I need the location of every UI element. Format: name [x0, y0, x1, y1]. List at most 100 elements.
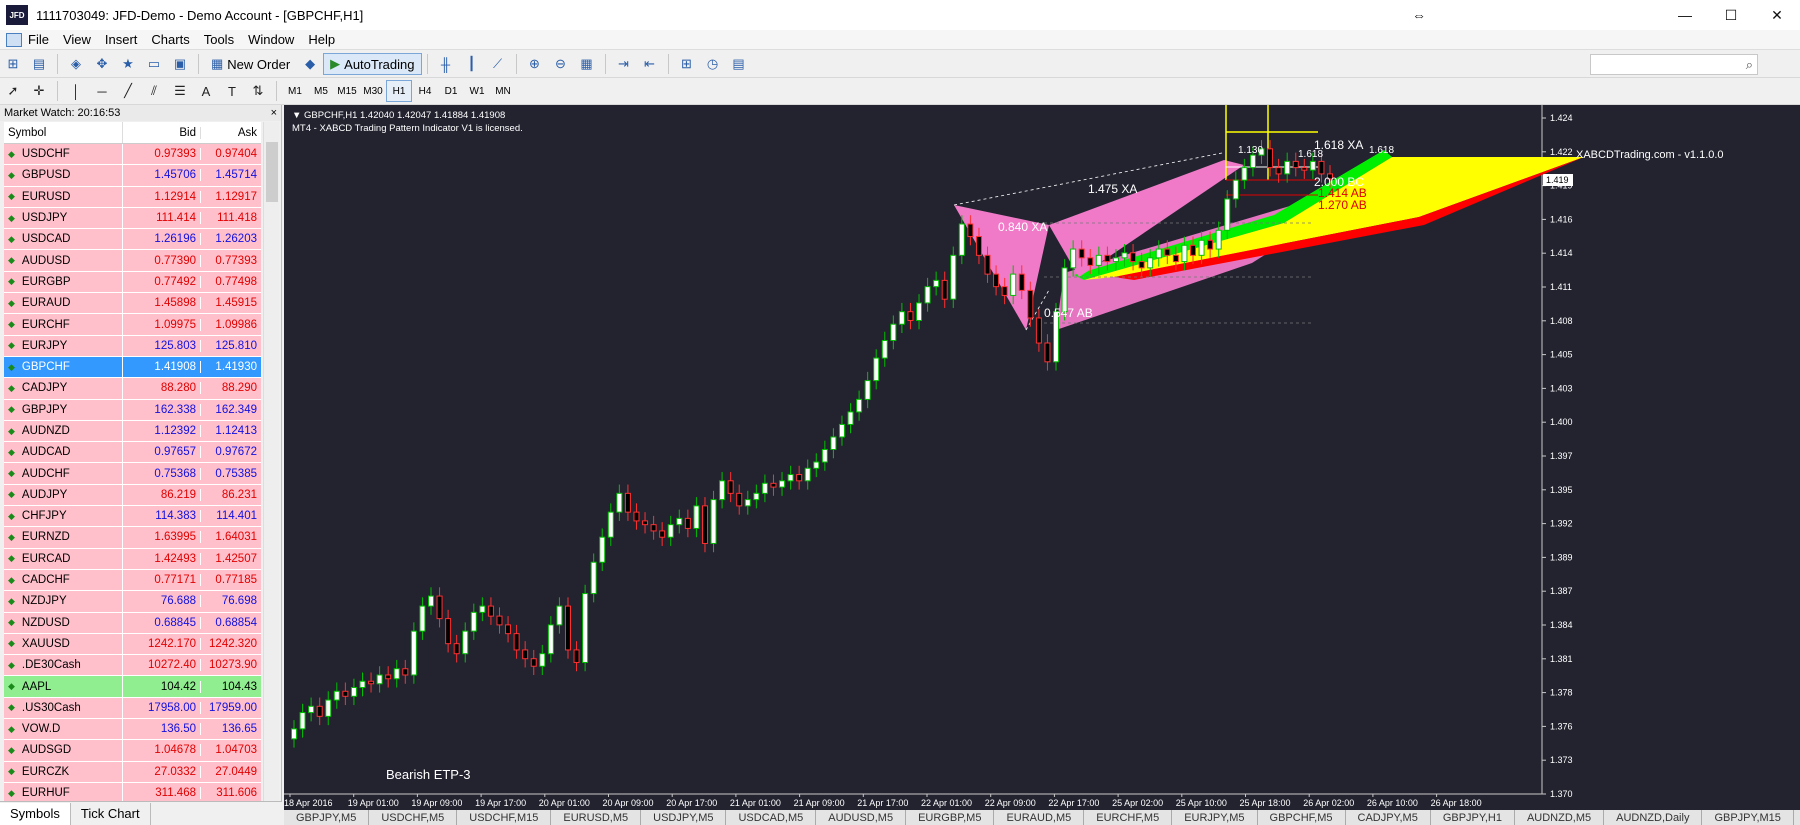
candle-body[interactable]	[1070, 248, 1077, 269]
candle-body[interactable]	[1130, 252, 1137, 263]
market-watch-close-icon[interactable]: ×	[271, 107, 277, 119]
candle-body[interactable]	[753, 492, 760, 501]
indicators-icon[interactable]: ⊞	[676, 53, 698, 75]
candle-body[interactable]	[496, 615, 503, 626]
candle-body[interactable]	[933, 279, 940, 288]
candle-body[interactable]	[1215, 229, 1222, 250]
chart-shift-icon[interactable]: ⇤	[639, 53, 661, 75]
header-symbol[interactable]: Symbol	[4, 122, 123, 143]
profiles-icon[interactable]: ▤	[28, 53, 50, 75]
candle-body[interactable]	[1198, 239, 1205, 256]
table-row[interactable]: ◆ GBPUSD 1.45706 1.45714	[4, 165, 261, 187]
candle-body[interactable]	[582, 593, 589, 663]
table-row[interactable]: ◆ XAUUSD 1242.170 1242.320	[4, 633, 261, 656]
candle-body[interactable]	[573, 649, 580, 663]
chart-window[interactable]: 1.424 1.422 1.419 1.416 1.414 1.411 1.408 1.405…	[284, 105, 1800, 810]
tf-mn[interactable]: MN	[490, 80, 516, 102]
tab-tick-chart[interactable]: Tick Chart	[71, 802, 151, 825]
chart-tab[interactable]: GBPJPY,H1	[1431, 810, 1515, 825]
candle-body[interactable]	[633, 511, 640, 522]
tf-w1[interactable]: W1	[464, 80, 490, 102]
candle-body[interactable]	[1292, 160, 1299, 169]
tf-h4[interactable]: H4	[412, 80, 438, 102]
candle-body[interactable]	[1087, 257, 1094, 266]
tf-m30[interactable]: M30	[360, 80, 386, 102]
chart-tab[interactable]: AUDUSD,M5	[816, 810, 907, 825]
table-row[interactable]: ◆ EURCZK 27.0332 27.0449	[4, 761, 261, 783]
candle-body[interactable]	[564, 605, 571, 651]
auto-scroll-icon[interactable]: ⇥	[613, 53, 635, 75]
minimize-button[interactable]: —	[1662, 0, 1708, 30]
tf-h1[interactable]: H1	[386, 80, 412, 102]
chart-tab[interactable]: USDCHF,M15	[457, 810, 552, 825]
candle-body[interactable]	[547, 624, 554, 655]
candle-body[interactable]	[1181, 244, 1188, 263]
candle-body[interactable]	[650, 524, 657, 532]
periods-icon[interactable]: ◷	[702, 53, 724, 75]
candle-body[interactable]	[1147, 257, 1154, 269]
templates-icon[interactable]: ▤	[728, 53, 750, 75]
candle-body[interactable]	[1001, 286, 1008, 296]
candle-body[interactable]	[830, 436, 837, 450]
candle-body[interactable]	[308, 705, 315, 714]
candle-body[interactable]	[479, 605, 486, 613]
candle-body[interactable]	[881, 340, 888, 359]
candle-body[interactable]	[659, 530, 666, 538]
header-ask[interactable]: Ask	[201, 127, 261, 139]
candle-body[interactable]	[941, 279, 948, 300]
new-chart-icon[interactable]: ⊞	[2, 53, 24, 75]
candle-body[interactable]	[1224, 198, 1231, 231]
candle-body[interactable]	[727, 480, 734, 494]
candle-body[interactable]	[445, 618, 452, 645]
table-row[interactable]: ◆ AUDUSD 0.77390 0.77393	[4, 250, 261, 272]
candle-body[interactable]	[1027, 289, 1034, 319]
candle-body[interactable]	[1121, 252, 1128, 259]
table-row[interactable]: ◆ AUDCAD 0.97657 0.97672	[4, 442, 261, 464]
trendline-icon[interactable]: ╱	[117, 80, 139, 102]
resize-icon[interactable]: ⇔	[1396, 0, 1442, 30]
candle-body[interactable]	[556, 605, 563, 626]
maximize-button[interactable]: ☐	[1708, 0, 1754, 30]
table-row[interactable]: ◆ CADJPY 88.280 88.290	[4, 378, 261, 400]
tf-m1[interactable]: M1	[282, 80, 308, 102]
menu-file[interactable]: File	[28, 32, 49, 47]
market-watch-icon[interactable]: ◈	[65, 53, 87, 75]
candle-body[interactable]	[1249, 154, 1256, 169]
table-row[interactable]: ◆ EURGBP 0.77492 0.77498	[4, 271, 261, 294]
candle-body[interactable]	[950, 254, 957, 300]
meta-editor-icon[interactable]: ◆	[299, 53, 321, 75]
table-row[interactable]: ◆ AUDJPY 86.219 86.231	[4, 484, 261, 507]
candle-body[interactable]	[350, 687, 357, 697]
tf-m15[interactable]: M15	[334, 80, 360, 102]
fibonacci-icon[interactable]: ☰	[169, 80, 191, 102]
table-row[interactable]: ◆ CHFJPY 114.383 114.401	[4, 506, 261, 528]
strategy-tester-icon[interactable]: ▣	[169, 53, 191, 75]
candle-body[interactable]	[924, 286, 931, 304]
candle-body[interactable]	[1241, 167, 1248, 181]
chart-tab[interactable]: USDCAD,M5	[726, 810, 817, 825]
candle-body[interactable]	[779, 480, 786, 488]
chart-tab[interactable]: GBPCHF,M5	[1258, 810, 1346, 825]
terminal-icon[interactable]: ▭	[143, 53, 165, 75]
chart-tab[interactable]: GBPJPY,M15	[1702, 810, 1794, 825]
candle-body[interactable]	[470, 611, 477, 632]
table-row[interactable]: ◆ AUDCHF 0.75368 0.75385	[4, 463, 261, 485]
crosshair-icon[interactable]: ✛	[28, 80, 50, 102]
close-button[interactable]: ✕	[1754, 0, 1800, 30]
candle-body[interactable]	[1112, 257, 1119, 263]
candle-body[interactable]	[787, 474, 794, 482]
table-row[interactable]: ◆ USDCAD 1.26196 1.26203	[4, 229, 261, 251]
candle-body[interactable]	[864, 380, 871, 400]
candle-body[interactable]	[761, 482, 768, 494]
candle-body[interactable]	[770, 482, 777, 488]
candle-body[interactable]	[410, 630, 417, 676]
search-input[interactable]: ⌕	[1590, 54, 1758, 75]
candle-body[interactable]	[719, 480, 726, 501]
candle-body[interactable]	[993, 273, 1000, 288]
horizontal-line-icon[interactable]: ─	[91, 80, 113, 102]
table-row[interactable]: ◆ USDJPY 111.414 111.418	[4, 207, 261, 230]
candle-body[interactable]	[847, 411, 854, 425]
candle-body[interactable]	[710, 499, 717, 544]
candle-body[interactable]	[453, 643, 460, 655]
tf-m5[interactable]: M5	[308, 80, 334, 102]
